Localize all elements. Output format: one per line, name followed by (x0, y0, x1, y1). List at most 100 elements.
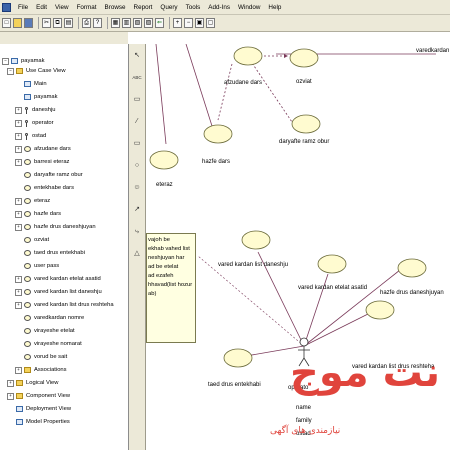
tree-item[interactable]: + vared kardan list drus reshteha (15, 300, 114, 310)
association-line[interactable] (155, 44, 167, 145)
expand-icon[interactable]: + (15, 223, 22, 231)
usecase-vared-kardan-list-drus-reshteha[interactable] (365, 300, 395, 320)
expand-icon[interactable]: + (15, 366, 22, 374)
tree-item[interactable]: + Component View (7, 391, 70, 401)
menu-view[interactable]: View (51, 4, 73, 11)
expand-icon[interactable]: + (7, 392, 14, 400)
browse-class-icon[interactable]: ▦ (111, 18, 120, 28)
tree-item[interactable]: Main (15, 79, 47, 89)
tree-item[interactable]: + Associations (15, 365, 67, 375)
association-line[interactable] (303, 313, 369, 347)
expand-icon[interactable]: + (15, 275, 22, 283)
tree-item[interactable]: + afzudane dars (15, 144, 71, 154)
menu-help[interactable]: Help (264, 4, 285, 11)
usecase-hazfe-dars[interactable] (203, 124, 233, 144)
browse-component-icon[interactable]: ▧ (133, 18, 142, 28)
tree-root[interactable]: − payamak (2, 56, 45, 66)
tree-item[interactable]: + vared kardan etelat asatid (15, 274, 101, 284)
menu-report[interactable]: Report (130, 4, 157, 11)
tree-item[interactable]: vorud be sait (15, 352, 67, 362)
usecase-daryafte-ramz-obur[interactable] (291, 114, 321, 134)
expand-icon[interactable]: + (7, 379, 14, 387)
menu-browse[interactable]: Browse (101, 4, 130, 11)
generalization-tool-icon[interactable]: △ (132, 248, 142, 259)
tree-item[interactable]: taed drus entekhabi (15, 248, 85, 258)
tree-item[interactable]: + Logical View (7, 378, 58, 388)
expand-icon[interactable]: + (15, 288, 22, 296)
rational-rose-app-icon[interactable] (2, 2, 11, 12)
help-icon[interactable]: ? (93, 18, 102, 28)
menu-file[interactable]: File (14, 4, 32, 11)
tree-item[interactable]: + barresi eteraz (15, 157, 69, 167)
save-icon[interactable] (24, 18, 33, 28)
new-icon[interactable]: □ (2, 18, 11, 28)
usecase-vared-kardan-etelat-asatid[interactable] (317, 254, 347, 274)
tree-item[interactable]: + hazfe dars (15, 209, 61, 219)
dependency-tool-icon[interactable]: ⤷ (132, 226, 142, 237)
note-tool-icon[interactable]: ▭ (132, 94, 142, 105)
tree-item[interactable]: + vared kardan list daneshju (15, 287, 102, 297)
expand-icon[interactable]: + (15, 197, 22, 205)
diagram-note[interactable]: vajoh be ekhab vahed list neshjuyan har ad … (146, 233, 196, 343)
select-arrow-icon[interactable]: ↖ (132, 50, 142, 61)
undo-fit-icon[interactable]: ▢ (206, 18, 215, 28)
collapse-icon[interactable]: − (2, 57, 9, 65)
expand-icon[interactable]: + (15, 119, 22, 127)
expand-icon[interactable]: + (15, 106, 22, 114)
expand-icon[interactable]: + (15, 210, 22, 218)
zoom-out-icon[interactable]: − (184, 18, 193, 28)
menu-add-ins[interactable]: Add-Ins (204, 4, 234, 11)
usecase-eteraz[interactable] (149, 150, 179, 170)
tree-item[interactable]: − Use Case View (7, 66, 66, 76)
tree-item[interactable]: ozviat (15, 235, 49, 245)
tree-item[interactable]: Deployment View (7, 404, 71, 414)
tree-item[interactable]: virayeshe etelat (15, 326, 75, 336)
tree-item[interactable]: + daneshju (15, 105, 56, 115)
zoom-in-icon[interactable]: + (173, 18, 182, 28)
expand-icon[interactable]: + (15, 132, 22, 140)
browse-previous-icon[interactable]: ⇐ (155, 18, 164, 28)
usecase-ozviat[interactable] (289, 48, 319, 68)
text-tool-icon[interactable]: ABC (132, 72, 142, 83)
browse-deployment-icon[interactable]: ▨ (144, 18, 153, 28)
expand-icon[interactable]: + (15, 301, 22, 309)
usecase-vared-kardan-list-daneshju[interactable] (241, 230, 271, 250)
tree-item[interactable]: + ostad (15, 131, 46, 141)
expand-icon[interactable]: + (15, 145, 22, 153)
expand-icon[interactable]: + (15, 158, 22, 166)
menu-query[interactable]: Query (156, 4, 181, 11)
tree-item[interactable]: virayeshe nomarat (15, 339, 82, 349)
collapse-icon[interactable]: − (7, 67, 14, 75)
unidirectional-assoc-icon[interactable]: ↗ (132, 204, 142, 215)
copy-icon[interactable]: ⧉ (53, 18, 62, 28)
note-anchor-line[interactable] (197, 255, 305, 347)
menu-edit[interactable]: Edit (32, 4, 51, 11)
tree-item[interactable]: entekhabe dars (15, 183, 74, 193)
print-icon[interactable]: ⎙ (82, 18, 91, 28)
tree-item[interactable]: + eteraz (15, 196, 50, 206)
dependency-line[interactable] (217, 63, 233, 121)
fit-icon[interactable]: ▣ (195, 18, 204, 28)
menu-format[interactable]: Format (73, 4, 101, 11)
usecase-afzudane-dars[interactable] (233, 46, 263, 66)
browse-interaction-icon[interactable]: ▥ (122, 18, 131, 28)
tree-item[interactable]: Model Properties (7, 417, 70, 427)
usecase-taed-drus-entekhabi[interactable] (223, 348, 253, 368)
cut-icon[interactable]: ✂ (42, 18, 51, 28)
usecase-hazfe-drus-daneshjuyan[interactable] (397, 258, 427, 278)
menu-window[interactable]: Window (234, 4, 264, 11)
tree-item[interactable]: + hazfe drus daneshjuyan (15, 222, 96, 232)
tree-item[interactable]: user pass (15, 261, 59, 271)
package-tool-icon[interactable]: ▭ (132, 138, 142, 149)
paste-icon[interactable]: ▤ (64, 18, 73, 28)
tree-item[interactable]: + operator (15, 118, 54, 128)
tree-item[interactable]: payamak (15, 92, 58, 102)
menu-tools[interactable]: Tools (182, 4, 205, 11)
anchor-tool-icon[interactable]: ⁄ (132, 116, 142, 127)
open-icon[interactable] (13, 18, 22, 28)
dependency-line[interactable] (249, 59, 293, 123)
tree-item[interactable]: varedkardan nomre (15, 313, 84, 323)
tree-item[interactable]: daryafte ramz obur (15, 170, 83, 180)
association-line[interactable] (185, 44, 213, 127)
actor-tool-icon[interactable]: ☺ (132, 182, 142, 193)
